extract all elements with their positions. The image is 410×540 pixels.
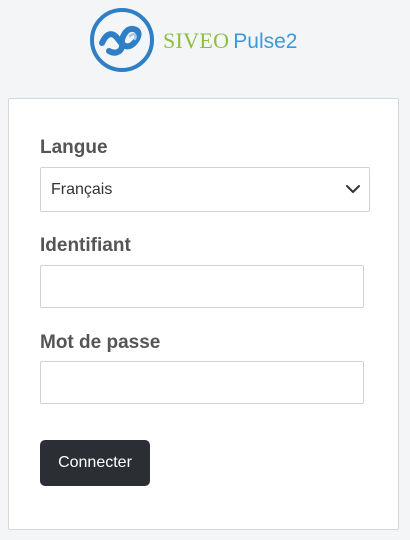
password-input[interactable]	[40, 361, 364, 404]
language-selected-value: Français	[51, 181, 113, 198]
chevron-down-icon	[345, 182, 361, 196]
brand-pulse-text: Pulse2	[233, 30, 298, 53]
login-form-card: Langue Français Identifiant Mot de passe…	[8, 98, 399, 530]
header: SIVEO Pulse2	[0, 0, 410, 98]
username-input[interactable]	[40, 265, 364, 308]
brand-siveo-text: SIVEO	[163, 28, 230, 53]
username-label: Identifiant	[40, 235, 131, 256]
password-label: Mot de passe	[40, 332, 161, 353]
siveo-logo-icon	[88, 6, 156, 74]
language-label: Langue	[40, 137, 108, 158]
brand-name: SIVEO Pulse2	[163, 28, 298, 55]
language-select[interactable]: Français	[40, 167, 370, 212]
connect-button[interactable]: Connecter	[40, 440, 150, 486]
